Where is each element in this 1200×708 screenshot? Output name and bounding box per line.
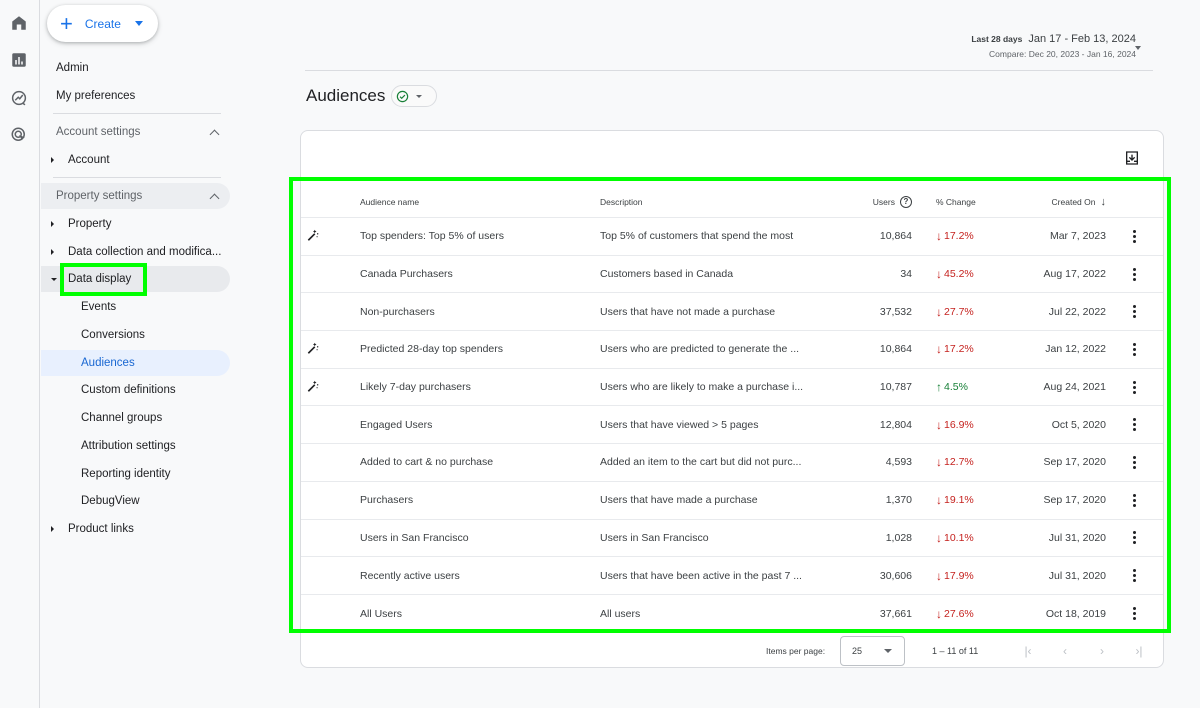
sidebar-item-my-preferences[interactable]: My preferences bbox=[41, 83, 230, 109]
highlight-box-table bbox=[289, 177, 1171, 633]
sidebar-item-conversions[interactable]: Conversions bbox=[41, 322, 230, 348]
section-label: Property settings bbox=[56, 190, 143, 202]
sidebar-item-label: Property bbox=[68, 218, 112, 230]
sidebar-item-attribution-settings[interactable]: Attribution settings bbox=[41, 433, 230, 459]
sidebar-item-data-collection[interactable]: Data collection and modifica... bbox=[41, 239, 230, 265]
date-range-picker[interactable]: Last 28 days Jan 17 - Feb 13, 2024 Compa… bbox=[971, 33, 1136, 59]
chevron-up-icon bbox=[209, 193, 220, 203]
chevron-up-icon bbox=[209, 129, 220, 139]
sidebar-item-channel-groups[interactable]: Channel groups bbox=[41, 405, 230, 431]
sidebar-item-label: Product links bbox=[68, 523, 134, 535]
expand-arrow-icon bbox=[51, 221, 54, 227]
sidebar-item-audiences[interactable]: Audiences bbox=[41, 350, 230, 376]
divider bbox=[53, 113, 221, 114]
section-account-settings[interactable]: Account settings bbox=[41, 119, 230, 145]
advertising-icon[interactable] bbox=[10, 126, 28, 144]
sidebar-item-custom-definitions[interactable]: Custom definitions bbox=[41, 377, 230, 403]
date-range-value: Jan 17 - Feb 13, 2024 bbox=[1028, 33, 1136, 45]
date-compare-value: Compare: Dec 20, 2023 - Jan 16, 2024 bbox=[989, 49, 1136, 59]
items-per-page-value: 25 bbox=[852, 646, 863, 656]
pagination-range: 1 – 11 of 11 bbox=[932, 646, 979, 656]
highlight-box-data-display bbox=[60, 263, 147, 296]
first-page-button[interactable]: |‹ bbox=[1021, 644, 1035, 658]
status-dropdown[interactable] bbox=[391, 85, 438, 107]
home-icon[interactable] bbox=[10, 14, 28, 32]
sidebar-item-debugview[interactable]: DebugView bbox=[41, 488, 230, 514]
left-rail bbox=[0, 0, 40, 708]
explore-icon[interactable] bbox=[10, 89, 28, 107]
caret-down-icon[interactable] bbox=[1135, 46, 1141, 50]
sidebar-item-events[interactable]: Events bbox=[41, 294, 230, 320]
sidebar-item-admin[interactable]: Admin bbox=[41, 55, 230, 81]
date-range-label: Last 28 days bbox=[971, 34, 1023, 44]
check-circle-icon bbox=[397, 90, 409, 102]
create-button[interactable]: + Create bbox=[47, 5, 158, 42]
sidebar-item-label: Data collection and modifica... bbox=[68, 246, 222, 258]
download-icon[interactable] bbox=[1124, 150, 1140, 166]
items-per-page-label: Items per page: bbox=[766, 646, 826, 656]
last-page-button[interactable]: ›| bbox=[1132, 644, 1146, 658]
sidebar-item-account[interactable]: Account bbox=[41, 147, 230, 173]
sidebar-item-property[interactable]: Property bbox=[41, 211, 230, 237]
create-button-label: Create bbox=[84, 16, 121, 31]
divider bbox=[53, 177, 221, 178]
pagination-bar: Items per page: 25 1 – 11 of 11 |‹ ‹ › ›… bbox=[301, 634, 1163, 668]
caret-down-icon bbox=[134, 21, 143, 26]
sidebar-item-reporting-identity[interactable]: Reporting identity bbox=[41, 461, 230, 487]
section-property-settings[interactable]: Property settings bbox=[41, 183, 230, 209]
sidebar-item-product-links[interactable]: Product links bbox=[41, 516, 230, 542]
expand-arrow-icon bbox=[51, 526, 54, 532]
items-per-page-select[interactable]: 25 bbox=[840, 636, 905, 666]
caret-down-icon bbox=[416, 94, 423, 98]
collapse-arrow-icon bbox=[51, 277, 57, 281]
expand-arrow-icon bbox=[51, 157, 54, 163]
expand-arrow-icon bbox=[51, 249, 54, 255]
admin-sidebar: + Create Admin My preferences Account se… bbox=[41, 0, 241, 708]
previous-page-button[interactable]: ‹ bbox=[1058, 644, 1072, 658]
caret-down-icon bbox=[884, 649, 892, 653]
next-page-button[interactable]: › bbox=[1095, 644, 1109, 658]
divider bbox=[305, 70, 1153, 71]
page-title: Audiences bbox=[306, 86, 386, 105]
plus-icon: + bbox=[60, 10, 73, 36]
reports-icon[interactable] bbox=[10, 51, 28, 69]
section-label: Account settings bbox=[56, 126, 141, 138]
sidebar-item-label: Account bbox=[68, 154, 110, 166]
